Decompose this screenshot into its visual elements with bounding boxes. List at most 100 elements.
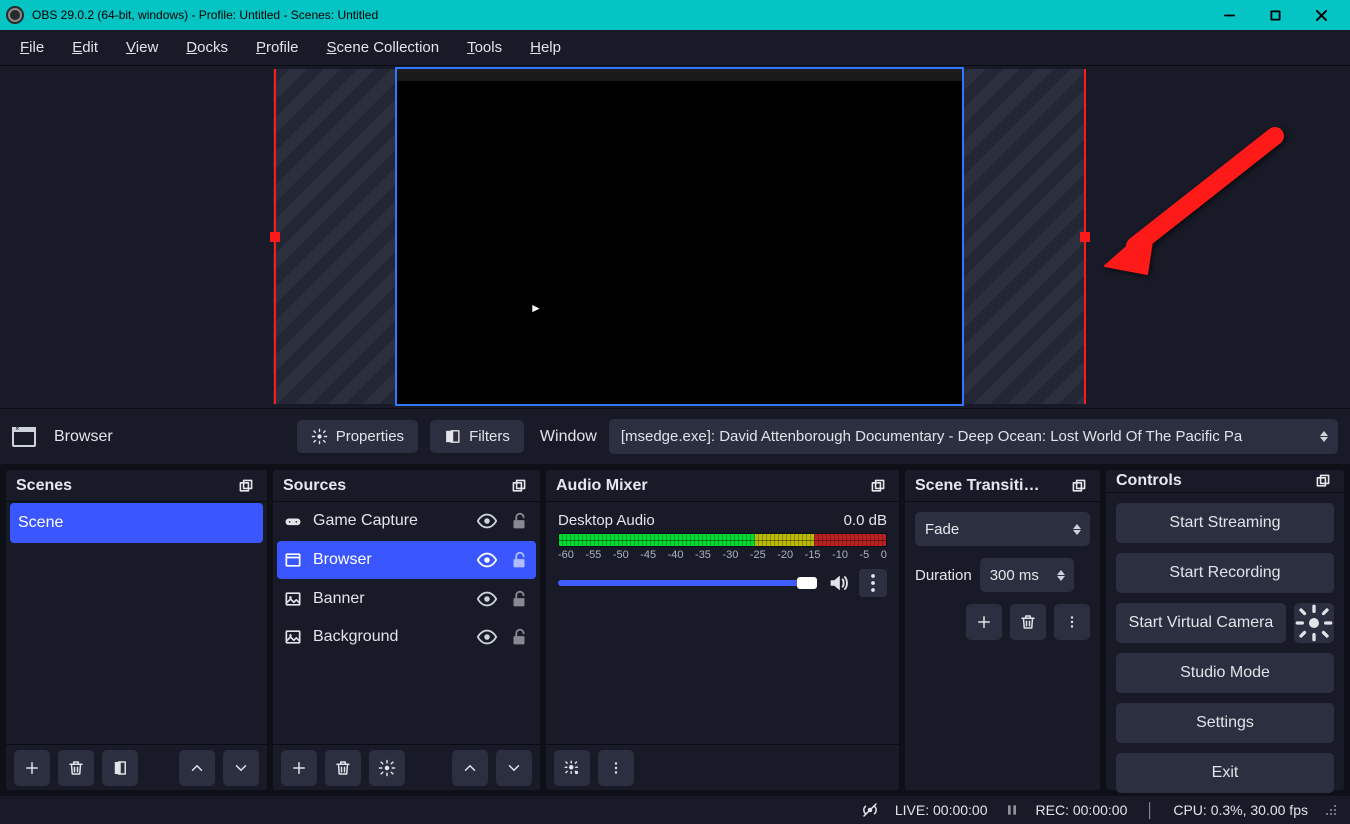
obs-logo-icon — [6, 6, 24, 24]
mixer-channel-menu-button[interactable] — [859, 569, 887, 597]
crop-handle-right[interactable] — [1080, 232, 1090, 242]
settings-button[interactable]: Settings — [1116, 703, 1334, 743]
source-item-banner[interactable]: Banner — [273, 580, 540, 618]
filters-icon — [444, 428, 461, 445]
source-toolbar: Browser Properties Filters Window [msedg… — [0, 408, 1350, 464]
dropdown-arrows-icon — [1068, 512, 1086, 546]
menu-tools[interactable]: Tools — [453, 33, 516, 62]
spinner-arrows-icon — [1052, 558, 1070, 592]
menu-edit[interactable]: Edit — [58, 33, 112, 62]
remove-scene-button[interactable] — [58, 750, 94, 786]
add-scene-button[interactable] — [14, 750, 50, 786]
virtual-camera-settings-button[interactable] — [1294, 603, 1334, 643]
sources-popout-button[interactable] — [508, 475, 530, 497]
window-capture-label: Window — [540, 428, 597, 446]
start-streaming-button[interactable]: Start Streaming — [1116, 503, 1334, 543]
add-transition-button[interactable] — [966, 604, 1002, 640]
source-move-down-button[interactable] — [496, 750, 532, 786]
scene-filters-button[interactable] — [102, 750, 138, 786]
titlebar: OBS 29.0.2 (64-bit, windows) - Profile: … — [0, 0, 1350, 30]
gear-icon — [311, 428, 328, 445]
source-item-background[interactable]: Background — [273, 618, 540, 656]
studio-mode-button[interactable]: Studio Mode — [1116, 653, 1334, 693]
transition-selected: Fade — [925, 521, 959, 538]
menubar: File Edit View Docks Profile Scene Colle… — [0, 30, 1350, 66]
lock-toggle[interactable] — [508, 510, 530, 532]
sources-title: Sources — [283, 477, 508, 495]
source-item-label: Browser — [313, 551, 466, 569]
minimize-button[interactable] — [1206, 0, 1252, 30]
mixer-title: Audio Mixer — [556, 477, 867, 495]
controls-popout-button[interactable] — [1312, 470, 1334, 492]
mixer-advanced-button[interactable] — [554, 750, 590, 786]
mixer-menu-button[interactable] — [598, 750, 634, 786]
filters-button[interactable]: Filters — [430, 420, 524, 453]
menu-file[interactable]: File — [6, 33, 58, 62]
visibility-toggle[interactable] — [476, 549, 498, 571]
speaker-icon[interactable] — [827, 572, 849, 594]
remove-transition-button[interactable] — [1010, 604, 1046, 640]
visibility-toggle[interactable] — [476, 510, 498, 532]
mixer-channel: Desktop Audio 0.0 dB -60-55-50-45-40-35-… — [546, 502, 899, 597]
scenes-title: Scenes — [16, 477, 235, 495]
transition-select[interactable]: Fade — [915, 512, 1090, 546]
sources-dock: Sources Game Capture Browser Banner Backgro… — [273, 470, 540, 790]
maximize-button[interactable] — [1252, 0, 1298, 30]
source-item-label: Background — [313, 628, 466, 646]
transition-menu-button[interactable] — [1054, 604, 1090, 640]
scenes-dock: Scenes Scene — [6, 470, 267, 790]
preview-area[interactable]: ► — [0, 66, 1350, 408]
status-rec: REC: 00:00:00 — [1036, 802, 1128, 818]
remove-source-button[interactable] — [325, 750, 361, 786]
menu-view[interactable]: View — [112, 33, 172, 62]
mixer-channel-level: 0.0 dB — [844, 512, 887, 529]
source-item-game-capture[interactable]: Game Capture — [273, 502, 540, 540]
resize-grip-icon[interactable] — [1324, 803, 1338, 817]
transition-duration-value: 300 ms — [990, 567, 1039, 584]
window-capture-value: [msedge.exe]: David Attenborough Documen… — [621, 428, 1242, 445]
menu-docks[interactable]: Docks — [172, 33, 242, 62]
transitions-title: Scene Transiti… — [915, 477, 1068, 495]
exit-button[interactable]: Exit — [1116, 753, 1334, 793]
controls-dock: Controls Start Streaming Start Recording… — [1106, 470, 1344, 790]
mixer-popout-button[interactable] — [867, 475, 889, 497]
menu-help[interactable]: Help — [516, 33, 575, 62]
lock-toggle[interactable] — [508, 588, 530, 610]
browser-source-icon — [12, 427, 36, 447]
scene-move-down-button[interactable] — [223, 750, 259, 786]
preview-source-bounding-box[interactable] — [397, 69, 962, 404]
controls-title: Controls — [1116, 472, 1312, 490]
mixer-channel-name: Desktop Audio — [558, 512, 655, 529]
properties-button[interactable]: Properties — [297, 420, 418, 453]
source-item-browser[interactable]: Browser — [277, 541, 536, 579]
add-source-button[interactable] — [281, 750, 317, 786]
close-button[interactable] — [1298, 0, 1344, 30]
source-properties-button[interactable] — [369, 750, 405, 786]
visibility-toggle[interactable] — [476, 626, 498, 648]
scene-item[interactable]: Scene — [10, 503, 263, 543]
scene-move-up-button[interactable] — [179, 750, 215, 786]
menu-scene-collection[interactable]: Scene Collection — [313, 33, 454, 62]
transition-duration-spinner[interactable]: 300 ms — [980, 558, 1074, 592]
transitions-popout-button[interactable] — [1068, 475, 1090, 497]
gear-icon — [1294, 603, 1334, 643]
crop-handle-left[interactable] — [270, 232, 280, 242]
pause-icon — [1004, 802, 1020, 818]
transitions-dock: Scene Transiti… Fade Duration 300 ms — [905, 470, 1100, 790]
volume-slider[interactable] — [558, 580, 817, 586]
start-virtual-camera-button[interactable]: Start Virtual Camera — [1116, 603, 1286, 643]
volume-slider-thumb[interactable] — [797, 577, 817, 589]
lock-toggle[interactable] — [508, 626, 530, 648]
lock-toggle[interactable] — [508, 549, 530, 571]
menu-profile[interactable]: Profile — [242, 33, 313, 62]
scenes-popout-button[interactable] — [235, 475, 257, 497]
window-capture-dropdown[interactable]: [msedge.exe]: David Attenborough Documen… — [609, 419, 1338, 454]
captured-window-tabstrip — [397, 69, 962, 81]
gamepad-icon — [283, 511, 303, 531]
status-live: LIVE: 00:00:00 — [895, 802, 988, 818]
mouse-cursor-icon: ► — [530, 301, 542, 315]
start-recording-button[interactable]: Start Recording — [1116, 553, 1334, 593]
visibility-toggle[interactable] — [476, 588, 498, 610]
annotation-arrow-icon — [1095, 126, 1285, 286]
source-move-up-button[interactable] — [452, 750, 488, 786]
